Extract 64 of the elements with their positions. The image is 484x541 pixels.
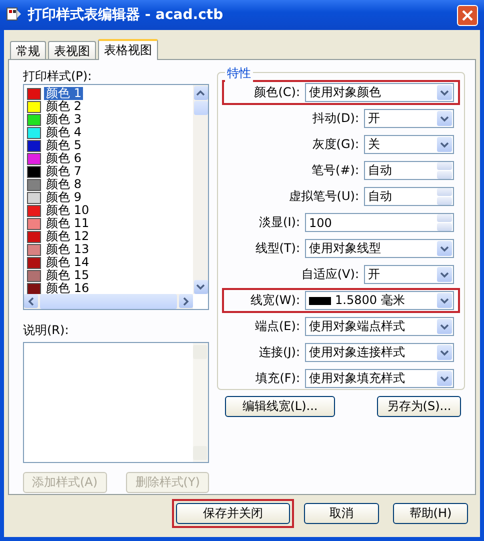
save-as-button[interactable]: 另存为(S)... (377, 396, 461, 417)
dropdown[interactable]: 使用对象端点样式 (305, 317, 454, 336)
spinner-arrows-icon (437, 188, 452, 205)
list-item[interactable]: 颜色 3 (44, 113, 84, 126)
edit-lineweight-button[interactable]: 编辑线宽(L)... (225, 396, 335, 417)
help-button[interactable]: 帮助(H) (393, 503, 468, 524)
dropdown[interactable]: 使用对象连接样式 (305, 343, 454, 362)
list-item[interactable]: 颜色 8 (44, 178, 84, 191)
field-label: 填充(F): (256, 370, 300, 387)
style-list[interactable]: 颜色 1 颜色 2 颜色 3 颜色 4 颜色 5 颜色 6 颜色 7 颜色 8 颜色 9 颜色 10 颜色 11 颜色 12 颜色 13 颜色 14 颜色 15 颜色 16 (23, 84, 209, 310)
field-label: 自适应(V): (301, 266, 359, 283)
scroll-thumb[interactable] (40, 294, 177, 309)
vertical-scrollbar[interactable] (193, 85, 208, 294)
list-item[interactable]: 颜色 2 (44, 100, 84, 113)
dropdown[interactable]: 使用对象填充样式 (305, 369, 454, 388)
dropdown[interactable]: 使用对象颜色 (305, 83, 454, 102)
list-item[interactable]: 颜色 15 (44, 269, 92, 282)
field-label: 笔号(#): (312, 162, 359, 179)
dropdown[interactable]: 使用对象线型 (305, 239, 454, 258)
list-item[interactable]: 颜色 16 (44, 282, 92, 295)
field-label: 淡显(I): (259, 214, 300, 231)
save-close-button[interactable]: 保存并关闭 (176, 503, 290, 524)
field-label: 虚拟笔号(U): (288, 188, 359, 205)
field-label: 灰度(G): (312, 136, 359, 153)
list-item[interactable]: 颜色 9 (44, 191, 84, 204)
description-field[interactable] (23, 342, 209, 463)
close-button[interactable] (457, 4, 478, 26)
spin-field[interactable]: 100 (305, 213, 454, 232)
tab[interactable]: 表视图 (48, 41, 96, 59)
line-swatch-icon (309, 296, 331, 304)
dropdown[interactable]: 关 (364, 135, 454, 154)
tab[interactable]: 表格视图 (98, 39, 158, 60)
group-title: 特性 (225, 65, 253, 82)
spin-field[interactable]: 自动 (364, 161, 454, 180)
list-item[interactable]: 颜色 14 (44, 256, 92, 269)
list-item[interactable]: 颜色 4 (44, 126, 84, 139)
list-item[interactable]: 颜色 10 (44, 204, 92, 217)
spinner-arrows-icon (437, 162, 452, 179)
field-label: 线型(T): (255, 240, 300, 257)
scroll-thumb[interactable] (194, 101, 208, 115)
close-icon (462, 10, 473, 20)
window-title: 打印样式表编辑器 - acad.ctb (28, 6, 224, 24)
list-label: 打印样式(P): (23, 68, 93, 84)
list-item[interactable]: 颜色 6 (44, 152, 84, 165)
tab[interactable]: 常规 (10, 41, 46, 59)
list-item[interactable]: 颜色 12 (44, 230, 92, 243)
list-item[interactable]: 颜色 11 (44, 217, 92, 230)
dropdown[interactable]: 开 (364, 109, 454, 128)
cancel-button[interactable]: 取消 (304, 503, 379, 524)
description-label: 说明(R): (23, 322, 70, 338)
list-item[interactable]: 颜色 7 (44, 165, 84, 178)
field-label: 颜色(C): (254, 84, 300, 101)
spin-field[interactable]: 自动 (364, 187, 454, 206)
list-item[interactable]: 颜色 13 (44, 243, 92, 256)
list-item[interactable]: 颜色 5 (44, 139, 84, 152)
field-label: 端点(E): (255, 318, 300, 335)
spinner-arrows-icon (437, 214, 452, 231)
dropdown[interactable]: 1.5800 毫米 (305, 291, 454, 310)
field-label: 抖动(D): (312, 110, 359, 127)
list-item[interactable]: 颜色 1 (44, 87, 84, 100)
field-label: 连接(J): (259, 344, 300, 361)
dropdown[interactable]: 开 (364, 265, 454, 284)
horizontal-scrollbar[interactable] (24, 294, 193, 309)
field-label: 线宽(W): (250, 292, 300, 309)
